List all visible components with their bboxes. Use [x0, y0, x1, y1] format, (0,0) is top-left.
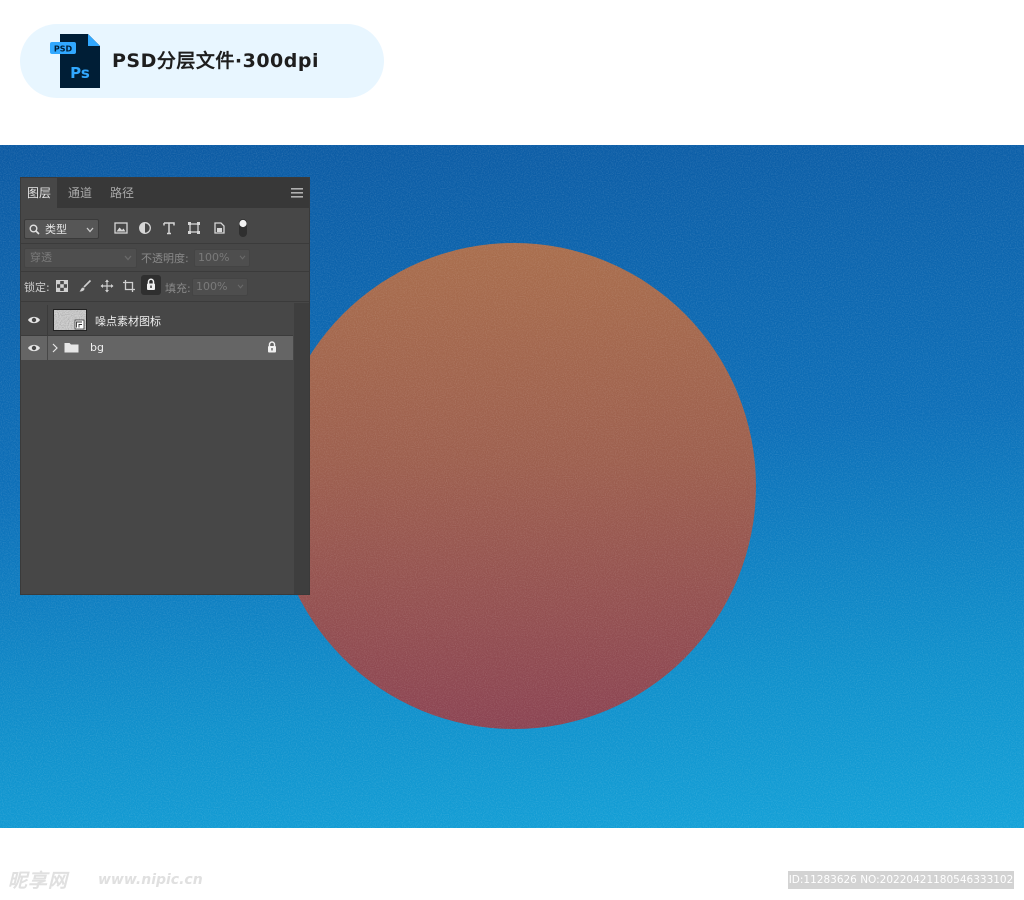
layer-name: bg [90, 341, 104, 354]
opacity-label: 不透明度: [141, 252, 189, 265]
layer-list-scrollbar[interactable] [294, 303, 309, 594]
chevron-down-icon [239, 255, 246, 260]
opacity-value: 100% [198, 251, 230, 264]
layer-name: 噪点素材图标 [95, 315, 161, 328]
fill-value: 100% [196, 280, 228, 293]
psd-badge-text: PSD [54, 45, 73, 54]
adjustment-filter-icon[interactable] [138, 221, 152, 235]
tab-channels[interactable]: 通道 [61, 178, 99, 208]
shape-filter-icon[interactable] [187, 221, 201, 235]
chevron-down-icon [86, 227, 94, 233]
fill-field[interactable]: 100% [192, 278, 248, 296]
visibility-eye-icon[interactable] [27, 343, 41, 353]
watermark-url: www.nipic.cn [98, 872, 203, 888]
filter-toggle-icon[interactable] [237, 218, 249, 238]
text-filter-icon[interactable] [162, 221, 176, 235]
eye-column-divider [47, 336, 48, 360]
noise-circle [272, 243, 756, 729]
layer-row-noise-icon[interactable]: 噪点素材图标 [21, 305, 293, 336]
blend-mode-select[interactable]: 穿透 [24, 248, 137, 268]
layer-row-bg-group[interactable]: bg [21, 336, 293, 360]
blend-mode-value: 穿透 [30, 251, 52, 264]
visibility-eye-icon[interactable] [27, 315, 41, 325]
search-icon [29, 224, 40, 235]
ps-mark-text: Ps [70, 64, 90, 82]
panel-menu-icon[interactable] [291, 188, 303, 198]
header-title: PSD分层文件·300dpi [112, 50, 319, 72]
psd-file-icon: PSD Ps [50, 34, 100, 88]
lock-image-icon[interactable] [78, 279, 92, 293]
chevron-right-icon[interactable] [52, 343, 58, 353]
circle-noise-texture [272, 243, 756, 729]
lock-position-icon[interactable] [100, 279, 114, 293]
layers-panel: 图层 通道 路径 类型 穿透 不透明度: 100% 锁定: 填充: 100% 噪… [20, 177, 310, 595]
filter-kind-label: 类型 [45, 223, 67, 236]
opacity-field[interactable]: 100% [194, 249, 250, 267]
folder-icon [64, 343, 79, 353]
lock-label: 锁定: [24, 281, 50, 294]
panel-tabbar: 图层 通道 路径 [21, 178, 309, 208]
smart-object-filter-icon[interactable] [212, 221, 226, 235]
eye-column-divider [47, 305, 48, 335]
image-filter-icon[interactable] [114, 221, 128, 235]
noise-thumbnail-image [54, 310, 86, 330]
lock-all-icon [147, 278, 155, 290]
lock-artboard-icon[interactable] [122, 279, 136, 293]
fill-label: 填充: [165, 282, 191, 295]
watermark-logo: 昵享网 [8, 870, 69, 892]
chevron-down-icon [237, 284, 244, 289]
lock-transparent-icon[interactable] [55, 279, 69, 293]
chevron-down-icon [124, 255, 132, 261]
layer-thumbnail [53, 309, 87, 331]
tab-layers[interactable]: 图层 [21, 178, 57, 208]
image-id-badge: ID:11283626 NO:20220421180546333102 [788, 871, 1014, 889]
tab-paths[interactable]: 路径 [103, 178, 141, 208]
filter-kind-select[interactable]: 类型 [24, 219, 99, 239]
lock-all-button[interactable] [141, 275, 161, 295]
layer-lock-icon [268, 341, 276, 353]
